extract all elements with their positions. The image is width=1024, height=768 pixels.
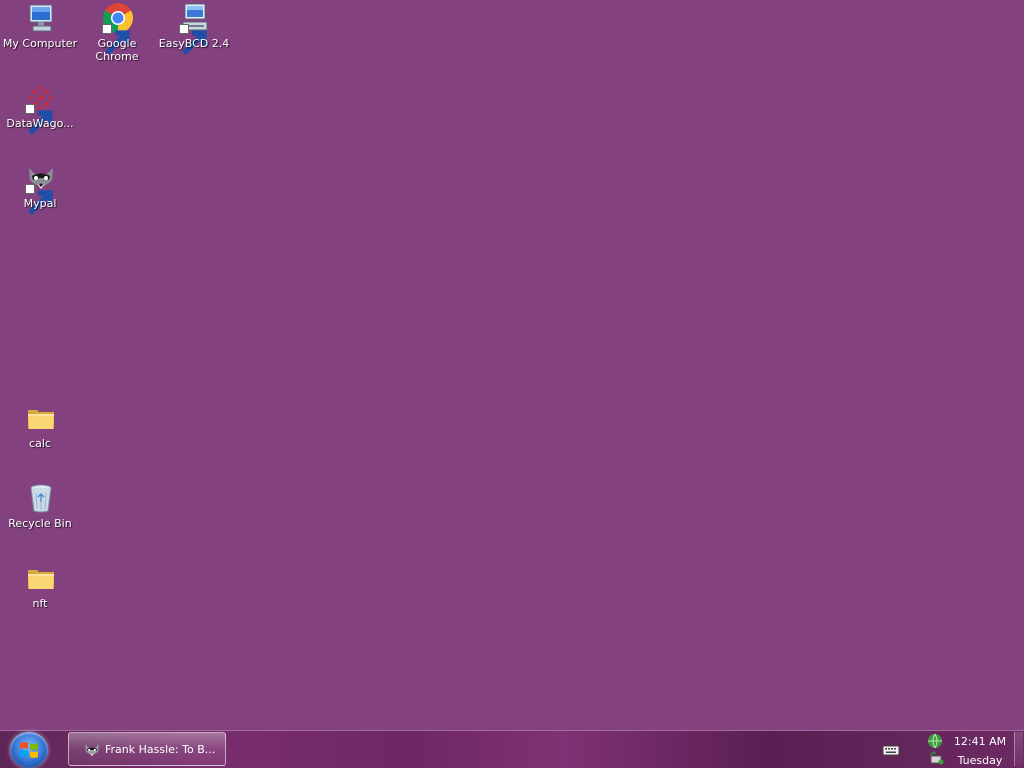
recycle-bin-icon — [25, 482, 57, 514]
taskbar-window-button[interactable]: Frank Hassle: To B... — [68, 732, 226, 766]
desktop-icon-google-chrome[interactable]: Google Chrome — [78, 0, 156, 72]
desktop-icon-mypal[interactable]: Mypal — [1, 160, 79, 232]
desktop-icon-label: DataWago... — [6, 117, 74, 130]
desktop-icon-my-computer[interactable]: My Computer — [1, 0, 79, 72]
desktop-icon-label: EasyBCD 2.4 — [158, 37, 230, 50]
taskbar: Frank Hassle: To B... 12:41 AM Tuesday — [0, 730, 1024, 768]
shortcut-arrow-icon — [179, 24, 207, 55]
chrome-icon — [102, 2, 134, 55]
desktop-icon-calc[interactable]: calc — [1, 400, 79, 472]
datawagon-icon — [25, 82, 57, 135]
taskbar-window-label: Frank Hassle: To B... — [105, 743, 216, 756]
windows-logo-icon — [20, 742, 38, 758]
safely-remove-icon[interactable] — [928, 751, 944, 765]
network-icon[interactable] — [926, 733, 944, 749]
desktop[interactable]: My Computer Google Chrome EasyBCD 2.4 Da… — [0, 0, 1024, 730]
desktop-icon-label: Mypal — [23, 197, 57, 210]
desktop-icon-label: My Computer — [2, 37, 78, 50]
shortcut-arrow-icon — [25, 104, 53, 135]
start-button[interactable] — [10, 732, 48, 768]
desktop-icon-label: Google Chrome — [95, 37, 139, 63]
mypal-icon — [83, 741, 101, 759]
mypal-icon — [25, 162, 57, 215]
computer-icon — [25, 2, 57, 34]
system-clock[interactable]: 12:41 AM Tuesday — [948, 733, 1010, 767]
desktop-icon-label: calc — [29, 437, 51, 450]
clock-day: Tuesday — [957, 754, 1003, 767]
folder-icon — [25, 562, 57, 594]
desktop-icon-easybcd[interactable]: EasyBCD 2.4 — [155, 0, 233, 72]
shortcut-arrow-icon — [25, 184, 53, 215]
desktop-icon-datawagon[interactable]: DataWago... — [1, 80, 79, 152]
desktop-icon-nft[interactable]: nft — [1, 560, 79, 632]
desktop-icon-recycle-bin[interactable]: Recycle Bin — [1, 480, 79, 552]
clock-time: 12:41 AM — [953, 735, 1007, 748]
easybcd-icon — [179, 2, 211, 55]
desktop-icon-label: Recycle Bin — [8, 517, 72, 530]
folder-icon — [25, 402, 57, 434]
keyboard-icon[interactable] — [882, 743, 900, 757]
shortcut-arrow-icon — [102, 24, 130, 55]
desktop-icon-label: nft — [32, 597, 48, 610]
show-desktop-button[interactable] — [1014, 732, 1023, 766]
